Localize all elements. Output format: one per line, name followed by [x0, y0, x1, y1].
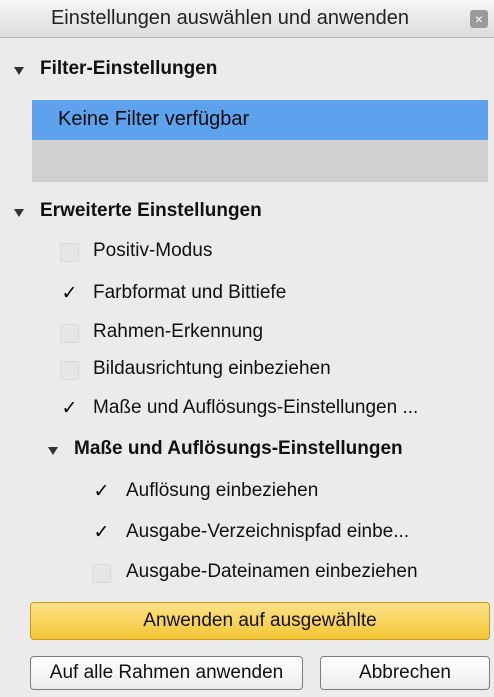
option-label: Positiv-Modus [93, 240, 213, 261]
checkmark-icon[interactable]: ✓ [60, 399, 79, 418]
option-label: Rahmen-Erkennung [93, 321, 264, 342]
advanced-settings-heading[interactable]: Erweiterte Einstellungen [40, 200, 262, 222]
checkbox[interactable] [60, 361, 79, 380]
checkbox[interactable] [60, 324, 79, 343]
option-label: Ausgabe-Verzeichnispfad einbe... [126, 521, 410, 542]
apply-all-frames-button[interactable]: Auf alle Rahmen anwenden [30, 656, 303, 690]
option-label: Farbformat und Bittiefe [93, 282, 287, 303]
disclosure-triangle-icon[interactable] [48, 447, 58, 455]
cancel-button[interactable]: Abbrechen [320, 656, 490, 690]
close-icon[interactable]: × [470, 10, 488, 28]
window-title: Einstellungen auswählen und anwenden [50, 7, 410, 29]
checkmark-icon[interactable]: ✓ [92, 523, 111, 542]
filter-settings-heading[interactable]: Filter-Einstellungen [40, 58, 217, 80]
title-bar: Einstellungen auswählen und anwenden × [0, 0, 494, 38]
filter-list-item[interactable]: Keine Filter verfügbar [32, 100, 488, 140]
checkbox[interactable] [92, 564, 111, 583]
option-label: Ausgabe-Dateinamen einbeziehen [126, 561, 418, 582]
option-label: Bildausrichtung einbeziehen [93, 358, 331, 379]
disclosure-triangle-icon[interactable] [14, 209, 24, 217]
checkbox[interactable] [60, 243, 79, 262]
dimensions-settings-heading[interactable]: Maße und Auflösungs-Einstellungen [74, 438, 403, 460]
option-label: Maße und Auflösungs-Einstellungen ... [93, 397, 419, 418]
filter-list-item-label: Keine Filter verfügbar [58, 108, 250, 130]
option-label: Auflösung einbeziehen [126, 480, 319, 501]
disclosure-triangle-icon[interactable] [14, 67, 24, 75]
apply-selected-button[interactable]: Anwenden auf ausgewählte [30, 602, 490, 640]
checkmark-icon[interactable]: ✓ [92, 482, 111, 501]
checkmark-icon[interactable]: ✓ [60, 284, 79, 303]
filter-list[interactable]: Keine Filter verfügbar [32, 100, 488, 182]
